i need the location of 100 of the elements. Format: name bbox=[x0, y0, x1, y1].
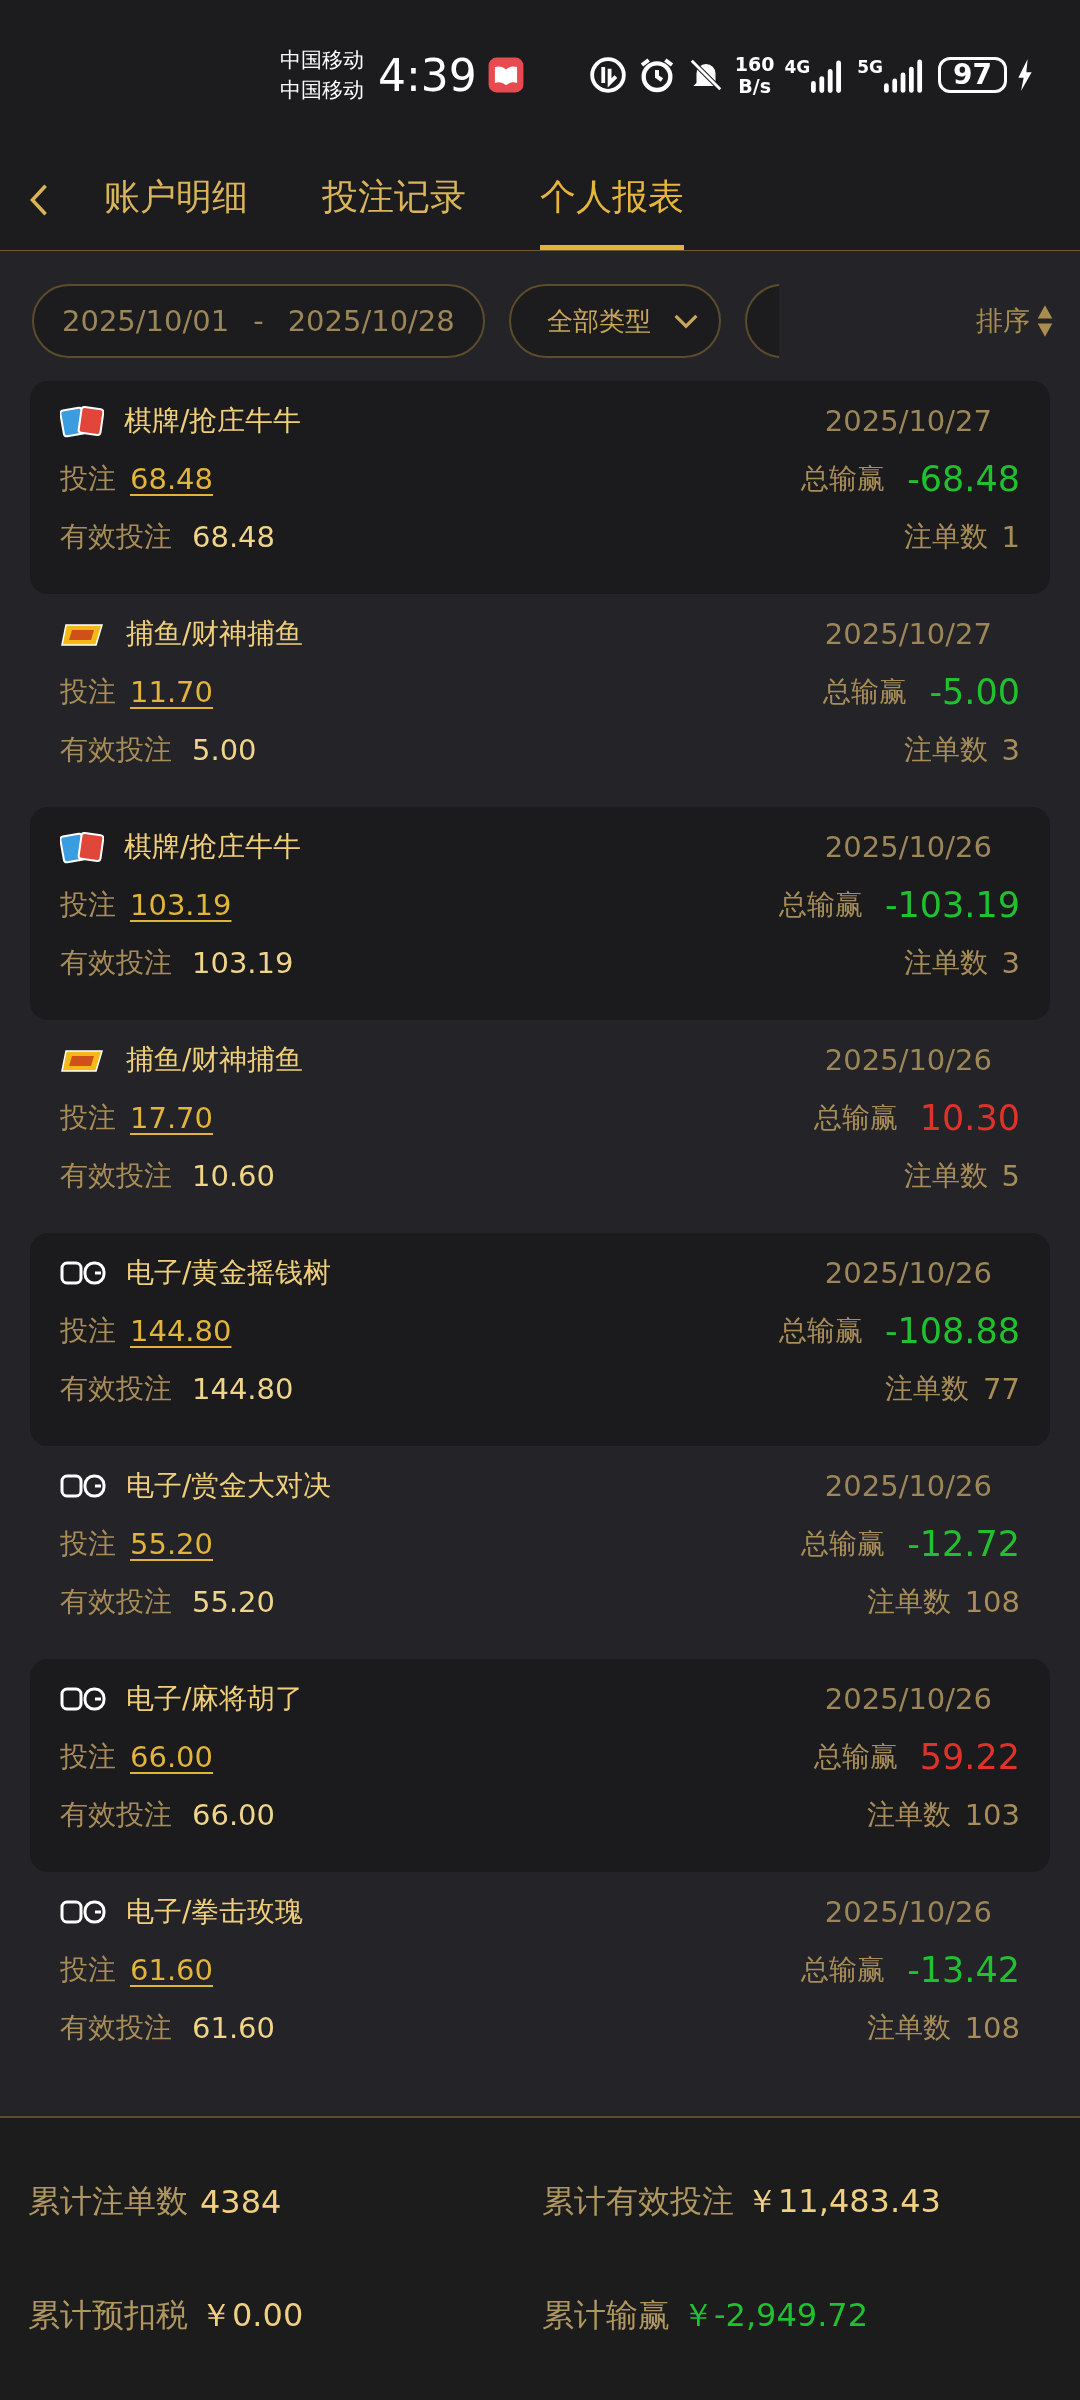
valid-bet-amount: 10.60 bbox=[192, 1159, 276, 1193]
result-amount: 59.22 bbox=[919, 1737, 1020, 1777]
bet-amount-link[interactable]: 68.48 bbox=[130, 462, 214, 496]
game-title: 棋牌/抢庄牛牛 bbox=[124, 829, 302, 865]
result-amount: -12.72 bbox=[907, 1524, 1020, 1564]
order-count-label: 注单数 bbox=[903, 519, 988, 555]
valid-bet-label: 有效投注 bbox=[60, 732, 172, 768]
bet-amount-link[interactable]: 11.70 bbox=[130, 675, 214, 709]
valid-bet-amount: 5.00 bbox=[192, 733, 257, 767]
tab[interactable]: 投注记录 bbox=[322, 150, 466, 250]
result-label: 总输赢 bbox=[801, 1952, 886, 1988]
clock-time: 4:39 bbox=[378, 49, 477, 101]
carrier-name: 中国移动 bbox=[280, 47, 364, 74]
game-title: 电子/赏金大对决 bbox=[126, 1468, 332, 1504]
record-date: 2025/10/26 bbox=[823, 1043, 993, 1077]
bet-amount-link[interactable]: 17.70 bbox=[130, 1101, 214, 1135]
game-title: 棋牌/抢庄牛牛 bbox=[124, 403, 302, 439]
order-count: 1 bbox=[1001, 520, 1020, 554]
summary-label: 累计预扣税 bbox=[28, 2295, 188, 2336]
record-date: 2025/10/26 bbox=[823, 1469, 993, 1503]
order-count-label: 注单数 bbox=[866, 1584, 951, 1620]
bet-label: 投注 bbox=[60, 1313, 116, 1349]
valid-bet-label: 有效投注 bbox=[60, 519, 172, 555]
game-title: 捕鱼/财神捕鱼 bbox=[126, 616, 304, 652]
valid-bet-label: 有效投注 bbox=[60, 1584, 172, 1620]
result-label: 总输赢 bbox=[813, 1739, 898, 1775]
valid-bet-label: 有效投注 bbox=[60, 1371, 172, 1407]
slot-logo-icon bbox=[60, 1898, 106, 1926]
result-amount: -5.00 bbox=[929, 672, 1020, 712]
summary-label: 累计输赢 bbox=[542, 2295, 670, 2336]
order-count-label: 注单数 bbox=[885, 1371, 970, 1407]
order-count: 108 bbox=[964, 1585, 1020, 1619]
game-title: 电子/黄金摇钱树 bbox=[126, 1255, 332, 1291]
record-date: 2025/10/26 bbox=[823, 1895, 993, 1929]
result-amount: -13.42 bbox=[907, 1950, 1020, 1990]
summary-value: ￥0.00 bbox=[200, 2295, 304, 2336]
summary-label: 累计注单数 bbox=[28, 2181, 188, 2222]
valid-bet-amount: 61.60 bbox=[192, 2011, 276, 2045]
record-date: 2025/10/26 bbox=[823, 830, 993, 864]
network-speed: 160 bbox=[734, 53, 775, 75]
result-label: 总输赢 bbox=[778, 887, 863, 923]
record-date: 2025/10/26 bbox=[823, 1256, 993, 1290]
result-amount: -103.19 bbox=[884, 885, 1020, 925]
order-count-label: 注单数 bbox=[866, 1797, 951, 1833]
slot-logo-icon bbox=[60, 1259, 106, 1287]
valid-bet-amount: 68.48 bbox=[192, 520, 276, 554]
record-date: 2025/10/26 bbox=[823, 1682, 993, 1716]
result-amount: -68.48 bbox=[907, 459, 1020, 499]
battery-indicator: 97 bbox=[938, 57, 1008, 93]
valid-bet-amount: 66.00 bbox=[192, 1798, 276, 1832]
type-dropdown[interactable]: 全部类型 bbox=[508, 284, 721, 358]
order-count: 77 bbox=[983, 1372, 1020, 1406]
carrier-name: 中国移动 bbox=[280, 77, 364, 104]
bet-label: 投注 bbox=[60, 1952, 116, 1988]
valid-bet-amount: 103.19 bbox=[192, 946, 294, 980]
result-label: 总输赢 bbox=[813, 1100, 898, 1136]
result-amount: -108.88 bbox=[884, 1311, 1020, 1351]
slot-logo-icon bbox=[60, 1472, 106, 1500]
order-count: 103 bbox=[964, 1798, 1020, 1832]
bet-amount-link[interactable]: 55.20 bbox=[130, 1527, 214, 1561]
order-count: 3 bbox=[1001, 733, 1020, 767]
tab[interactable]: 个人报表 bbox=[540, 150, 684, 250]
order-count-label: 注单数 bbox=[903, 945, 988, 981]
record-date: 2025/10/27 bbox=[823, 617, 993, 651]
charging-icon bbox=[1017, 58, 1034, 92]
game-title: 电子/麻将胡了 bbox=[126, 1681, 304, 1717]
bet-amount-link[interactable]: 66.00 bbox=[130, 1740, 214, 1774]
cards-logo-icon bbox=[60, 830, 104, 864]
order-count: 108 bbox=[964, 2011, 1020, 2045]
bet-label: 投注 bbox=[60, 1739, 116, 1775]
result-label: 总输赢 bbox=[823, 674, 908, 710]
order-count: 5 bbox=[1001, 1159, 1020, 1193]
valid-bet-label: 有效投注 bbox=[60, 1158, 172, 1194]
data-saver-icon bbox=[588, 56, 627, 94]
bet-label: 投注 bbox=[60, 887, 116, 923]
result-label: 总输赢 bbox=[801, 461, 886, 497]
bet-label: 投注 bbox=[60, 1100, 116, 1136]
summary-label: 累计有效投注 bbox=[542, 2181, 734, 2222]
result-label: 总输赢 bbox=[778, 1313, 863, 1349]
valid-bet-label: 有效投注 bbox=[60, 2010, 172, 2046]
date-range-field[interactable]: 2025/10/01 - 2025/10/28 bbox=[32, 284, 485, 358]
bet-label: 投注 bbox=[60, 674, 116, 710]
order-count-label: 注单数 bbox=[866, 2010, 951, 2046]
record-date: 2025/10/27 bbox=[823, 404, 993, 438]
valid-bet-label: 有效投注 bbox=[60, 1797, 172, 1833]
bet-label: 投注 bbox=[60, 1526, 116, 1562]
bet-amount-link[interactable]: 103.19 bbox=[130, 888, 232, 922]
tab[interactable]: 账户明细 bbox=[104, 150, 248, 250]
valid-bet-amount: 55.20 bbox=[192, 1585, 276, 1619]
summary-value: ￥-2,949.72 bbox=[682, 2295, 869, 2336]
order-count: 3 bbox=[1001, 946, 1020, 980]
order-count-label: 注单数 bbox=[903, 1158, 988, 1194]
bet-amount-link[interactable]: 144.80 bbox=[130, 1314, 232, 1348]
sort-button[interactable]: 排序 bbox=[976, 303, 1054, 339]
game-title: 捕鱼/财神捕鱼 bbox=[126, 1042, 304, 1078]
bet-amount-link[interactable]: 61.60 bbox=[130, 1953, 214, 1987]
order-count-label: 注单数 bbox=[903, 732, 988, 768]
slot-logo-icon bbox=[60, 1685, 106, 1713]
chevron-down-icon bbox=[672, 313, 699, 329]
valid-bet-label: 有效投注 bbox=[60, 945, 172, 981]
